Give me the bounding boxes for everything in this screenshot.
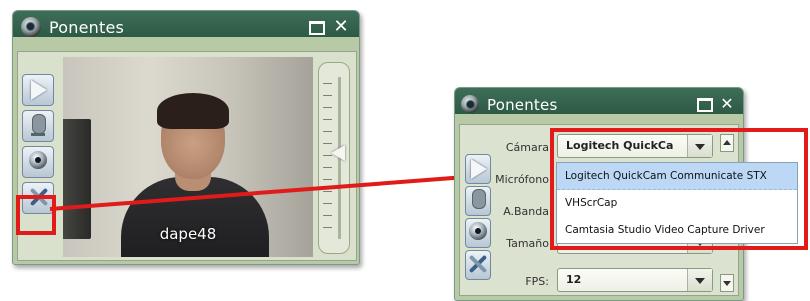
scroll-down-button[interactable] — [720, 274, 734, 292]
play-icon — [31, 80, 47, 100]
play-icon — [471, 159, 487, 179]
microphone-icon — [472, 189, 486, 209]
size-label: Tamaño — [506, 237, 549, 250]
close-button[interactable]: ✕ — [333, 18, 349, 36]
bandwidth-label: A.Banda — [503, 205, 549, 218]
maximize-icon — [697, 98, 713, 112]
maximize-icon — [309, 21, 325, 35]
play-button[interactable] — [465, 154, 491, 184]
dropdown-highlight-box — [550, 128, 808, 250]
settings-highlight-box — [16, 195, 56, 235]
camera-button[interactable] — [22, 146, 54, 178]
panel-title: Ponentes — [49, 18, 125, 37]
panel-titlebar[interactable]: Ponentes ✕ — [455, 88, 743, 122]
slider-thumb[interactable] — [331, 145, 345, 161]
speaker-name: dape48 — [159, 225, 217, 243]
maximize-button[interactable] — [309, 19, 325, 35]
chevron-down-icon[interactable] — [687, 269, 712, 291]
close-button[interactable]: ✕ — [719, 96, 735, 112]
microphone-button[interactable] — [465, 186, 491, 216]
play-button[interactable] — [22, 74, 54, 106]
volume-slider[interactable] — [318, 62, 350, 254]
fps-value: 12 — [566, 273, 582, 286]
maximize-button[interactable] — [697, 96, 713, 112]
camera-label: Cámara — [505, 141, 549, 154]
microphone-button[interactable] — [22, 110, 54, 142]
settings-button[interactable] — [465, 250, 491, 280]
video-feed: dape48 — [63, 57, 313, 257]
ponentes-panel-large: Ponentes ✕ dape48 — [12, 10, 360, 265]
camera-button[interactable] — [465, 218, 491, 248]
webcam-icon — [21, 17, 41, 37]
microphone-icon — [32, 114, 46, 134]
fps-row: FPS: 12 — [491, 268, 719, 294]
panel-body: dape48 — [17, 51, 357, 261]
panel-title: Ponentes — [487, 96, 558, 114]
fps-label: FPS: — [525, 275, 549, 288]
tools-icon — [468, 254, 488, 274]
fps-select[interactable]: 12 — [557, 268, 713, 292]
panel-titlebar[interactable]: Ponentes ✕ — [13, 11, 359, 45]
microphone-label: Micrófono — [495, 173, 549, 186]
webcam-icon — [461, 95, 479, 113]
